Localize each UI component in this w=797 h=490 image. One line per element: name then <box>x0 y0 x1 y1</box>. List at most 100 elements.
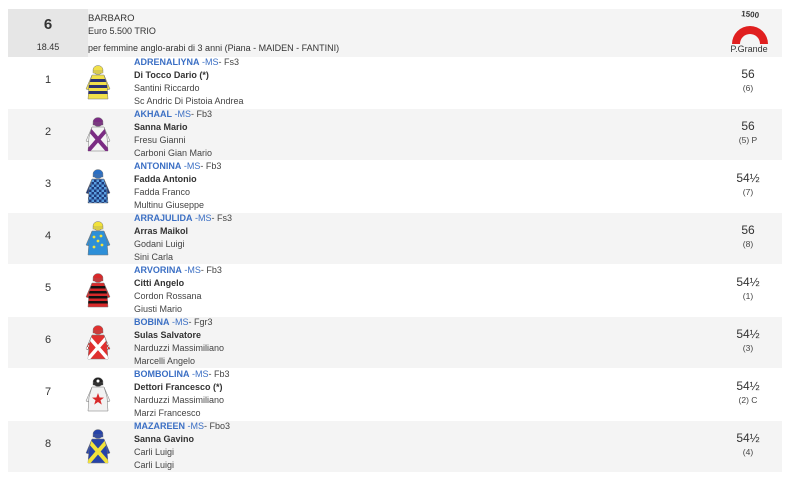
trainer-name: Santini Riccardo <box>134 83 200 93</box>
blue-checks-icon <box>85 169 111 204</box>
runner-row[interactable]: 5 ARVORINA -MS- Fb3 Citti Angelo Cordon … <box>8 265 782 317</box>
jockey-name: Fadda Antonio <box>134 174 197 184</box>
horse-suffix: -MS <box>169 317 189 327</box>
owner-name: Sini Carla <box>134 252 174 262</box>
horse-category: - Fbo3 <box>204 421 231 431</box>
draw-position: (6) <box>742 83 754 93</box>
race-card: 6 18.45 BARBARO Euro 5.500 TRIO per femm… <box>8 9 782 473</box>
horse-suffix: -MS <box>181 161 201 171</box>
owner-name: Carli Luigi <box>134 460 175 470</box>
draw-position: (1) <box>742 291 754 301</box>
runner-row[interactable]: 7 BOMBOLINA -MS- Fb3 Dettori Francesco (… <box>8 369 782 421</box>
horse-suffix: -MS <box>189 369 209 379</box>
blue-yellow-stars-icon <box>85 221 111 256</box>
horse-category: - Fb3 <box>208 369 230 379</box>
owner-name: Carboni Gian Mario <box>134 148 213 158</box>
horse-name[interactable]: ANTONINA <box>134 161 181 171</box>
weight: 56 <box>741 67 755 81</box>
yellow-navy-hoops-icon <box>85 65 111 100</box>
runner-number: 7 <box>44 386 52 398</box>
owner-name: Sc Andric Di Pistoia Andrea <box>134 96 244 106</box>
weight: 54½ <box>736 379 760 393</box>
horse-entry[interactable]: BOMBOLINA -MS- Fb3 <box>134 369 230 379</box>
track-name: P.Grande <box>730 44 768 54</box>
red-white-cross-icon <box>85 325 111 360</box>
horse-category: - Fb3 <box>200 265 222 275</box>
owner-name: Giusti Mario <box>134 304 183 314</box>
horse-entry[interactable]: ARRAJULIDA -MS- Fs3 <box>134 213 232 223</box>
runner-row[interactable]: 8 MAZAREEN -MS- Fbo3 Sanna Gavino Carli … <box>8 421 782 473</box>
jockey-name: Di Tocco Dario (*) <box>134 70 209 80</box>
jockey-name: Sanna Gavino <box>134 434 195 444</box>
runner-number: 1 <box>44 74 52 86</box>
draw-position: (7) <box>742 187 754 197</box>
track-shape <box>732 26 768 44</box>
draw-position: (5) P <box>738 135 758 145</box>
white-red-star-icon <box>85 377 111 412</box>
runner-number: 6 <box>44 334 52 346</box>
trainer-name: Cordon Rossana <box>134 291 202 301</box>
horse-entry[interactable]: ADRENALIYNA -MS- Fs3 <box>134 57 239 67</box>
trainer-name: Godani Luigi <box>134 239 185 249</box>
weight: 54½ <box>736 431 760 445</box>
runner-row[interactable]: 2 AKHAAL -MS- Fb3 Sanna Mario Fresu Gian… <box>8 109 782 161</box>
horse-category: - Fgr3 <box>188 317 213 327</box>
jockey-name: Sulas Salvatore <box>134 330 202 340</box>
runner-row[interactable]: 3 ANTONINA -MS- Fb3 Fadda Antonio Fadda … <box>8 161 782 213</box>
horse-suffix: -MS <box>199 57 219 67</box>
runner-row[interactable]: 4 ARRAJULIDA -MS- Fs3 Arras Maikol Godan… <box>8 213 782 265</box>
runner-row[interactable]: 1 ADRENALIYNA -MS- Fs3 Di Tocco Dario (*… <box>8 57 782 109</box>
draw-position: (8) <box>742 239 754 249</box>
red-black-hoops-icon <box>85 273 111 308</box>
horse-name[interactable]: BOMBOLINA <box>134 369 190 379</box>
weight: 56 <box>741 119 755 133</box>
white-purple-cross-icon <box>85 117 111 152</box>
runner-row[interactable]: 6 BOBINA -MS- Fgr3 Sulas Salvatore Nardu… <box>8 317 782 369</box>
jockey-name: Citti Angelo <box>134 278 185 288</box>
weight: 54½ <box>736 327 760 341</box>
runner-number: 4 <box>44 230 52 242</box>
race-description: per femmine anglo-arabi di 3 anni (Piana… <box>88 43 340 53</box>
horse-suffix: -MS <box>181 265 201 275</box>
trainer-name: Carli Luigi <box>134 447 175 457</box>
horse-entry[interactable]: ARVORINA -MS- Fb3 <box>134 265 222 275</box>
draw-position: (4) <box>742 447 754 457</box>
horse-category: - Fs3 <box>211 213 233 223</box>
trainer-name: Fresu Gianni <box>134 135 186 145</box>
runner-number: 8 <box>44 438 52 450</box>
horse-name[interactable]: BOBINA <box>134 317 170 327</box>
horse-entry[interactable]: AKHAAL -MS- Fb3 <box>134 109 212 119</box>
horse-name[interactable]: ARRAJULIDA <box>134 213 193 223</box>
runner-number: 3 <box>44 178 52 190</box>
jockey-name: Dettori Francesco (*) <box>134 382 223 392</box>
horse-category: - Fb3 <box>191 109 213 119</box>
horse-entry[interactable]: ANTONINA -MS- Fb3 <box>134 161 221 171</box>
runners-list: 1 ADRENALIYNA -MS- Fs3 Di Tocco Dario (*… <box>8 57 782 473</box>
horse-name[interactable]: ARVORINA <box>134 265 182 275</box>
owner-name: Multinu Giuseppe <box>134 200 205 210</box>
trainer-name: Fadda Franco <box>134 187 191 197</box>
horse-name[interactable]: AKHAAL <box>134 109 172 119</box>
horse-category: - Fs3 <box>218 57 240 67</box>
blue-yellow-cross-icon <box>85 429 111 464</box>
race-number: 6 <box>43 16 53 33</box>
jockey-name: Sanna Mario <box>134 122 188 132</box>
trainer-name: Narduzzi Massimiliano <box>134 395 225 405</box>
jockey-name: Arras Maikol <box>134 226 189 236</box>
weight: 54½ <box>736 275 760 289</box>
race-header: 6 18.45 BARBARO Euro 5.500 TRIO per femm… <box>8 9 782 57</box>
horse-name[interactable]: MAZAREEN <box>134 421 185 431</box>
runner-number: 2 <box>44 126 52 138</box>
race-time: 18.45 <box>36 42 60 52</box>
owner-name: Marzi Francesco <box>134 408 201 418</box>
horse-entry[interactable]: BOBINA -MS- Fgr3 <box>134 317 213 327</box>
race-name: BARBARO <box>88 13 135 24</box>
horse-suffix: -MS <box>172 109 192 119</box>
runner-number: 5 <box>44 282 52 294</box>
track-shape-icon: 1500 <box>732 10 768 44</box>
trainer-name: Narduzzi Massimiliano <box>134 343 225 353</box>
weight: 54½ <box>736 171 760 185</box>
horse-name[interactable]: ADRENALIYNA <box>134 57 200 67</box>
race-number-box: 6 18.45 <box>8 9 88 57</box>
horse-entry[interactable]: MAZAREEN -MS- Fbo3 <box>134 421 230 431</box>
